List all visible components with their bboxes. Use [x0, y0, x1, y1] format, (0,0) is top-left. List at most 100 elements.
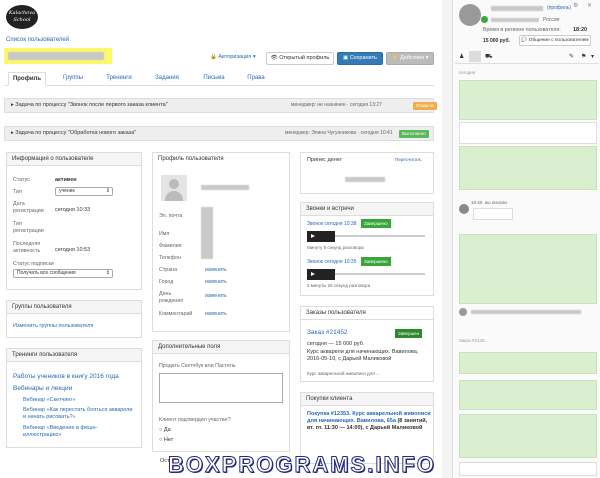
radio-no[interactable]: ○ Нет [159, 437, 173, 443]
calls-panel: Звонки и встречи Звонок сегодня 10:38 За… [300, 202, 434, 296]
webinar-link[interactable]: Вебинар «Скетчинг» [23, 397, 76, 403]
audio-progress[interactable] [335, 273, 425, 275]
task-meta: менеджер: не назначен · сегодня 13:27 [291, 102, 382, 108]
task-status-badge: Открыта [413, 102, 437, 110]
purchase-link[interactable]: Покупка #12353. Курс акварельной живопис… [307, 411, 431, 432]
feed-item[interactable] [459, 414, 597, 458]
user-icon[interactable]: ♟ [459, 53, 464, 60]
change-link[interactable]: изменить [205, 293, 227, 299]
extra-fields-panel: Дополнительные поля Продать Скетчбук или… [152, 340, 290, 452]
last-activity-label: Последняя активность [13, 241, 41, 254]
email-label: Эл. почта [159, 213, 183, 219]
open-profile-button[interactable]: 👁 Открытый профиль [266, 52, 334, 65]
redacted-email [491, 18, 539, 22]
panel-title: Профиль пользователя [153, 153, 289, 166]
user-avatar[interactable] [459, 4, 481, 26]
logo-text-2: School [13, 17, 31, 23]
extra-field-textarea[interactable] [159, 373, 283, 403]
call-status-badge: Завершено [361, 257, 391, 266]
subscription-select[interactable]: Получать все сообщения ⇕ [13, 269, 113, 278]
avatar[interactable] [161, 175, 187, 201]
webinar-link[interactable]: Вебинар «Введение в фешн-иллюстрацию» [23, 425, 135, 439]
reg-label: Дата регистрации [13, 201, 44, 214]
feed-item[interactable] [459, 80, 597, 120]
feed-item[interactable] [459, 380, 597, 410]
order-link[interactable]: Заказ #21452 [307, 329, 348, 336]
tab-profile[interactable]: Профиль [8, 72, 46, 86]
panel-title: Звонки и встречи [301, 203, 433, 216]
recalculate-link[interactable]: Пересчитать [395, 157, 422, 162]
call-link[interactable]: Звонок сегодня 10:38 [307, 221, 356, 227]
play-icon[interactable] [307, 231, 335, 242]
change-link[interactable]: изменить [205, 279, 227, 285]
task-title[interactable]: Задача по процессу "Звонок после первого… [15, 102, 167, 108]
money-panel: Принес денег Пересчитать [300, 152, 434, 194]
type-label: Тип [13, 189, 22, 195]
radio-yes-label: Да [163, 427, 171, 433]
order-meta: Курс акварельной живописи для ... [307, 371, 380, 376]
close-icon[interactable]: ✕ [587, 2, 592, 9]
task-title[interactable]: Задача по процессу "Обработка нового зак… [15, 130, 136, 136]
message-bubble[interactable] [473, 208, 513, 220]
task-status-badge: Выполнено [399, 130, 429, 138]
tab-letters[interactable]: Письма [196, 72, 232, 86]
birthday-label: День рождения [159, 291, 184, 304]
feed-item[interactable] [459, 234, 597, 304]
edit-icon[interactable]: ✎ [569, 53, 574, 60]
avatar-head-icon [169, 179, 179, 189]
feed-item[interactable] [459, 146, 597, 190]
panel-title: Группы пользователя [7, 301, 141, 314]
chat-button[interactable]: 💬 Общение с пользователем [519, 35, 591, 46]
webinar-link[interactable]: Вебинар «Как перестать бояться акварели … [23, 407, 135, 421]
message-input[interactable] [459, 462, 597, 476]
logo-text-1: Kalachova [8, 10, 36, 16]
auth-link[interactable]: 🔒 Авторизация ▾ [210, 54, 256, 60]
tab-tasks[interactable]: Задания [148, 72, 186, 86]
task-row[interactable]: ▸ Задача по процессу "Обработка нового з… [4, 126, 434, 141]
redacted-amount [345, 177, 385, 182]
local-time-value: 18:20 [573, 27, 588, 33]
tab-trainings[interactable]: Тренинги [100, 72, 138, 86]
online-icon [481, 16, 488, 23]
change-groups-link[interactable]: Изменить группы пользователя [13, 323, 93, 329]
save-label: Сохранить [349, 55, 378, 61]
audio-progress[interactable] [335, 235, 425, 237]
cart-icon[interactable]: ⛟ [485, 53, 493, 61]
feed-item[interactable] [459, 352, 597, 374]
status-label: Статус [13, 177, 30, 183]
type-select[interactable]: ученик ⇕ [55, 187, 113, 196]
local-time-label: Время в регионе пользователя: [483, 27, 561, 33]
user-info-panel: Информация о пользователе Статус активен… [6, 152, 142, 290]
orders-panel: Заказы пользователя Заказ #21452 Заверше… [300, 306, 434, 382]
settings-icon[interactable]: ⚙ [573, 2, 578, 9]
change-link[interactable]: изменить [205, 311, 227, 317]
first-name-label: Имя [159, 231, 170, 237]
task-row[interactable]: ▸ Задача по процессу "Звонок после перво… [4, 98, 437, 113]
profile-link[interactable]: (профиль) [547, 5, 571, 11]
flag-icon[interactable]: ⚑ [581, 53, 586, 60]
user-name-redacted [8, 52, 104, 60]
call-link[interactable]: Звонок сегодня 10:35 [307, 259, 356, 265]
training-link[interactable]: Вебинары и лекции [13, 385, 72, 392]
redacted-text [471, 310, 581, 314]
radio-yes[interactable]: ○ Да [159, 427, 171, 433]
task-meta: менеджер: Элина Чугунникова · сегодня 10… [285, 130, 393, 136]
school-logo[interactable]: Kalachova School [6, 5, 38, 29]
play-icon[interactable] [307, 269, 335, 280]
more-icon[interactable]: ▾ [591, 53, 594, 60]
tab-groups[interactable]: Группы [56, 72, 90, 86]
order-description: Курс акварели для начинающих. Вавилова, … [307, 349, 419, 362]
feed-item-meta [459, 306, 597, 320]
panel-title: Заказы пользователя [301, 307, 433, 320]
change-link[interactable]: изменить [205, 267, 227, 273]
training-link[interactable]: Работы учеников в книгу 2016 года [13, 373, 119, 380]
select-arrow-icon: ⇕ [105, 188, 110, 194]
filter-tab[interactable] [469, 51, 481, 62]
save-button[interactable]: ▣ Сохранить [337, 52, 383, 65]
tab-rights[interactable]: Права [240, 72, 272, 86]
user-sidebar: (профиль) Россия Время в регионе пользов… [452, 0, 600, 478]
country-label: Страна [159, 267, 178, 273]
feed-item[interactable] [459, 122, 597, 144]
actions-button[interactable]: ⚡ Действия ▾ [386, 52, 434, 65]
breadcrumb[interactable]: Список пользователей [6, 37, 69, 43]
